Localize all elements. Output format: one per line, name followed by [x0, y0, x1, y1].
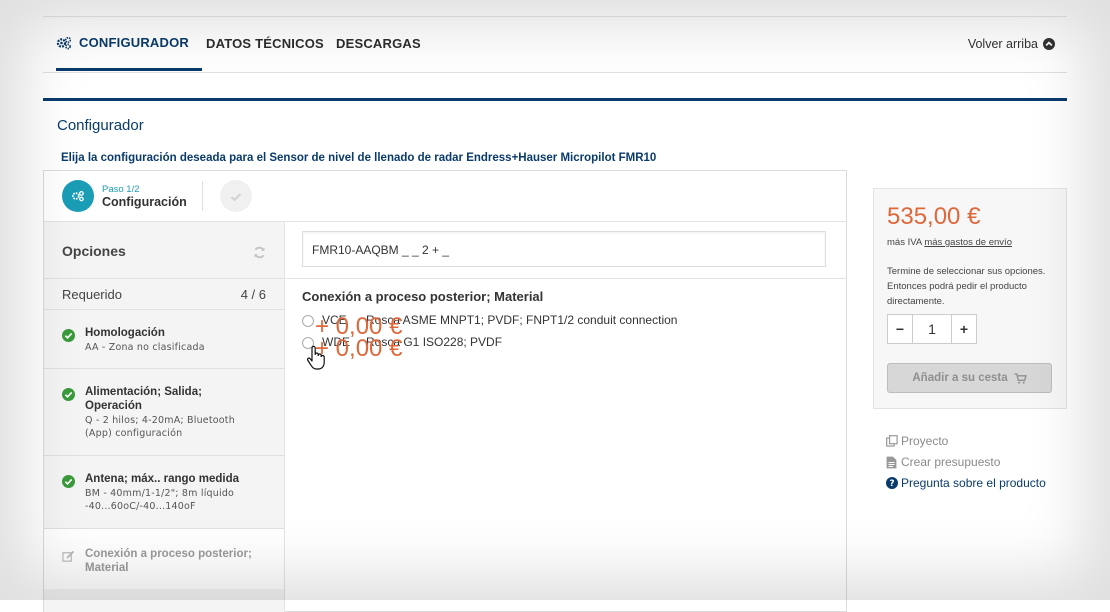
shipping-link[interactable]: más gastos de envío — [924, 237, 1012, 248]
option-item-value: AA - Zona no clasificada — [85, 342, 205, 353]
decrease-quantity-button[interactable]: − — [887, 314, 913, 344]
vat-label: más IVA — [887, 237, 922, 248]
option-item-alimentacion[interactable]: Alimentación; Salida; Operación Q - 2 hi… — [44, 369, 284, 456]
check-circle-icon — [62, 386, 75, 405]
question-circle-icon: ? — [886, 477, 901, 489]
option-item-name: Homologación — [85, 327, 165, 339]
quote-link-label: Crear presupuesto — [901, 455, 1001, 469]
option-price: + 0,00 € — [315, 335, 403, 362]
option-item-homologacion[interactable]: Homologación AA - Zona no clasificada — [44, 310, 284, 369]
option-item-antena[interactable]: Antena; máx.. rango medida BM - 40mm/1-1… — [44, 456, 284, 529]
back-to-top-label: Volver arriba — [967, 36, 1038, 51]
option-item-value: BM - 40mm/1-1/2"; 8m líquido -40...60oC/… — [85, 488, 235, 512]
order-code-row: FMR10-AAQBM _ _ 2 + _ — [285, 222, 846, 279]
product-question-link[interactable]: ? Pregunta sobre el producto — [886, 473, 1046, 493]
tab-descargas[interactable]: DESCARGAS — [336, 17, 421, 70]
quote-link[interactable]: Crear presupuesto — [886, 452, 1046, 472]
document-icon — [886, 456, 901, 469]
quantity-stepper: − 1 + — [887, 314, 977, 344]
option-item-name: Antena; máx.. rango medida — [85, 473, 240, 485]
option-item-name: Conexión a proceso posterior; Material — [85, 548, 252, 574]
required-label: Requerido — [62, 287, 122, 302]
edit-icon — [62, 548, 75, 567]
options-sidebar: Opciones Requerido 4 / 6 Homologación AA… — [44, 222, 285, 612]
tab-datos-tecnicos[interactable]: DATOS TÉCNICOS — [206, 17, 324, 70]
check-circle-icon — [62, 473, 75, 492]
product-links: Proyecto Crear presupuesto ? Pregunta so… — [886, 431, 1046, 494]
hand-cursor-icon — [306, 345, 328, 375]
intro-text: Elija la configuración deseada para el S… — [61, 152, 657, 164]
step-counter: Paso 1/2 — [102, 184, 140, 195]
tab-bar: CONFIGURADOR DATOS TÉCNICOS DESCARGAS Vo… — [43, 16, 1067, 73]
radio-button[interactable] — [302, 315, 314, 327]
order-code-field[interactable]: FMR10-AAQBM _ _ 2 + _ — [302, 231, 826, 267]
copy-icon — [886, 435, 901, 447]
required-count: 4 / 6 — [240, 287, 266, 302]
option-item-name: Alimentación; Salida; Operación — [85, 386, 202, 412]
tab-datos-tecnicos-label: DATOS TÉCNICOS — [206, 36, 324, 51]
section-divider — [43, 98, 1067, 101]
option-item-conexion[interactable]: Conexión a proceso posterior; Material — [44, 529, 284, 589]
price-box: 535,00 € más IVA más gastos de envío Ter… — [873, 188, 1067, 409]
cogs-icon — [71, 187, 85, 206]
refresh-icon[interactable] — [253, 244, 266, 263]
cart-icon — [1014, 372, 1027, 384]
check-circle-icon — [62, 327, 75, 346]
svg-text:?: ? — [889, 479, 894, 489]
order-note: Termine de seleccionar sus opciones. Ent… — [887, 266, 1046, 307]
check-icon — [230, 187, 242, 206]
configurator-panel: Paso 1/2 Configuración Opciones Requerid… — [43, 170, 847, 612]
step-separator — [202, 181, 203, 211]
option-row-vce[interactable]: VCE Rosca ASME MNPT1; PVDF; FNPT1/2 cond… — [302, 312, 828, 340]
project-link-label: Proyecto — [901, 434, 949, 448]
option-row-wde[interactable]: WDE Rosca G1 ISO228; PVDF + 0,00 € — [302, 334, 828, 362]
step-2-circle[interactable] — [220, 180, 252, 212]
tab-configurador-label: CONFIGURADOR — [79, 35, 190, 50]
add-to-cart-label: Añadir a su cesta — [912, 372, 1008, 384]
product-question-label: Pregunta sobre el producto — [901, 476, 1046, 490]
vat-info: más IVA más gastos de envío — [887, 237, 1012, 248]
cogs-icon — [56, 36, 72, 50]
price-value: 535,00 € — [887, 203, 981, 230]
step-1-circle[interactable] — [62, 180, 94, 212]
option-group-title: Conexión a proceso posterior; Material — [302, 289, 544, 304]
project-link[interactable]: Proyecto — [886, 431, 1046, 451]
step-indicator: Paso 1/2 Configuración — [44, 171, 846, 222]
quantity-input[interactable]: 1 — [913, 314, 951, 344]
section-title: Configurador — [57, 117, 144, 134]
option-item-value: Q - 2 hilos; 4-20mA; Bluetooth (App) con… — [85, 415, 235, 439]
option-content: FMR10-AAQBM _ _ 2 + _ Conexión a proceso… — [285, 222, 846, 612]
required-row: Requerido 4 / 6 — [44, 279, 284, 310]
step-label: Configuración — [102, 195, 187, 209]
back-to-top-link[interactable]: Volver arriba — [968, 17, 1055, 70]
options-header: Opciones — [44, 222, 284, 279]
tab-descargas-label: DESCARGAS — [336, 36, 421, 51]
tab-configurador[interactable]: CONFIGURADOR — [56, 17, 203, 71]
chevron-up-circle-icon — [1043, 37, 1055, 50]
add-to-cart-button[interactable]: Añadir a su cesta — [887, 363, 1052, 393]
increase-quantity-button[interactable]: + — [951, 314, 977, 344]
options-title: Opciones — [62, 243, 126, 259]
